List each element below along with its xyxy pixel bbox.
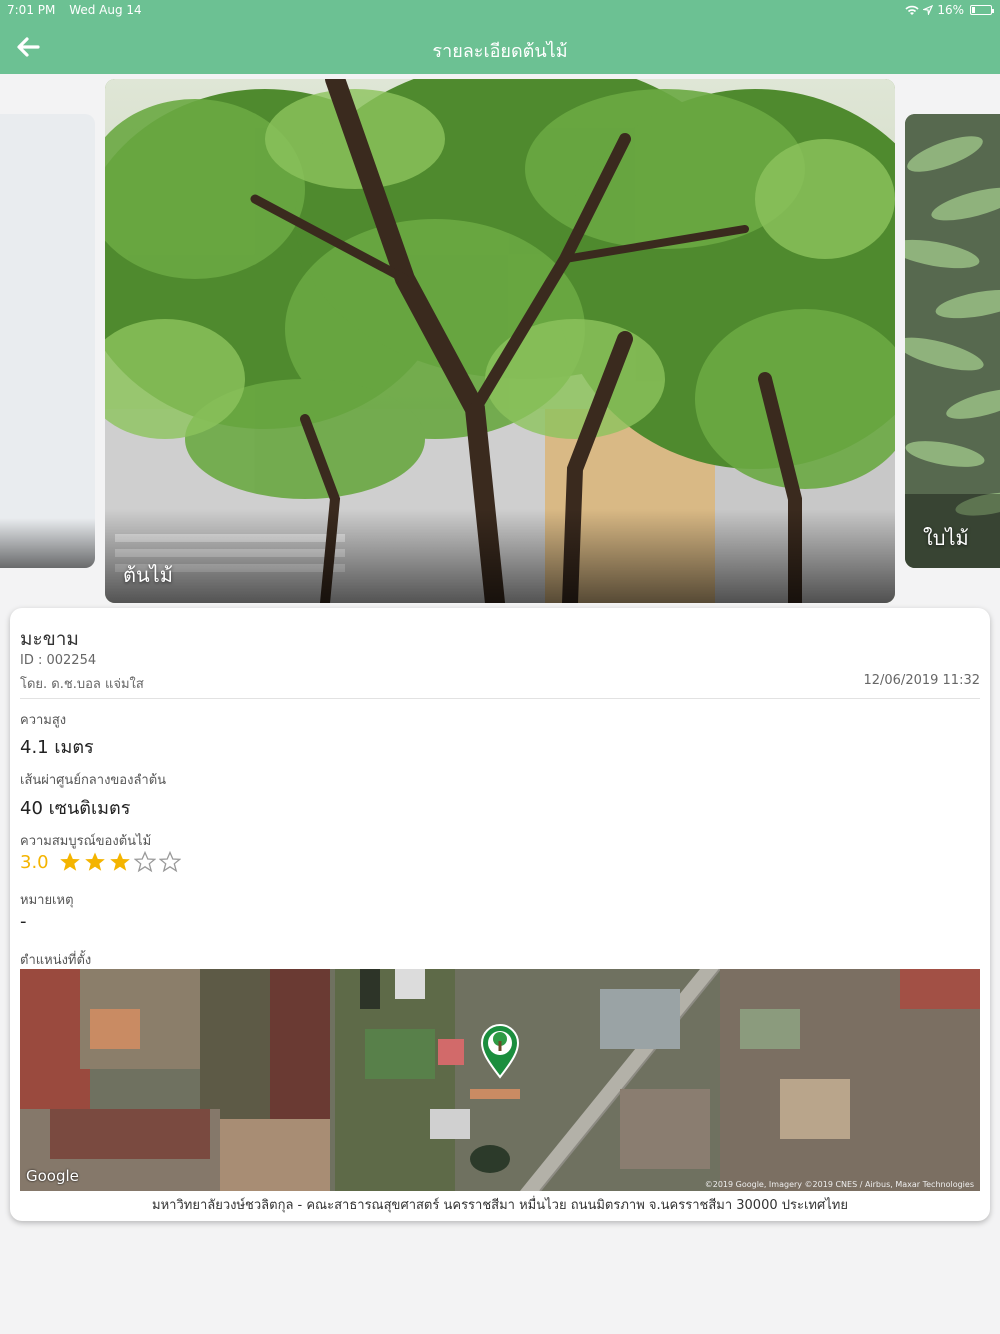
leaf-photo [905, 114, 1000, 568]
height-value: 4.1 เมตร [20, 737, 94, 758]
status-left: 7:01 PM Wed Aug 14 [7, 3, 152, 17]
slide-shade [0, 518, 95, 568]
note-label: หมายเหตุ [20, 893, 74, 908]
tree-id: ID : 002254 [20, 653, 97, 668]
map-address: มหาวิทยาลัยวงษ์ชวลิตกุล - คณะสาธารณสุขศา… [152, 1198, 848, 1213]
app-header: 7:01 PM Wed Aug 14 16% รายละเอียดต้นไม้ [0, 0, 1000, 74]
diameter-value: 40 เซนติเมตร [20, 798, 131, 819]
wifi-icon [905, 5, 919, 15]
star-empty-icon [133, 851, 156, 873]
status-bar: 7:01 PM Wed Aug 14 16% [0, 0, 1000, 20]
note-value: - [20, 911, 27, 932]
diameter-label: เส้นผ่าศูนย์กลางของลำต้น [20, 773, 167, 788]
page-title: รายละเอียดต้นไม้ [432, 41, 568, 62]
status-date: Wed Aug 14 [69, 3, 142, 17]
satellite-map [20, 969, 980, 1191]
slide-caption: ใบไม้ [923, 526, 969, 550]
health-label: ความสมบูรณ์ของต้นไม้ [20, 834, 152, 849]
tree-photo [105, 79, 895, 603]
carousel-slide-next[interactable]: ใบไม้ [905, 114, 1000, 568]
star-filled-icon [59, 852, 80, 871]
height-label: ความสูง [20, 713, 67, 728]
star-list [59, 851, 181, 873]
star-empty-icon [158, 851, 181, 873]
health-rating: 3.0 [20, 851, 181, 873]
slide-caption: ต้นไม้ [123, 563, 173, 587]
star-filled-icon [84, 852, 105, 871]
star-filled-icon [109, 852, 130, 871]
location-label: ตำแหน่งที่ตั้ง [20, 953, 92, 968]
divider [20, 698, 980, 699]
location-arrow-icon [923, 5, 934, 15]
location-map[interactable]: Google ©2019 Google, Imagery ©2019 CNES … [20, 969, 980, 1191]
carousel-slide-tree[interactable]: ต้นไม้ [105, 79, 895, 603]
battery-icon [970, 5, 994, 15]
status-time: 7:01 PM [7, 3, 56, 17]
google-logo: Google [26, 1167, 79, 1185]
tree-author: โดย. ด.ช.บอล แจ่มใส [20, 677, 144, 692]
tree-date: 12/06/2019 11:32 [863, 673, 980, 688]
carousel-slide-previous[interactable] [0, 114, 95, 568]
tree-detail-card: มะขาม ID : 002254 โดย. ด.ช.บอล แจ่มใส 12… [10, 608, 990, 1221]
status-right: 16% [905, 3, 994, 17]
battery-percent: 16% [937, 3, 964, 17]
tree-name: มะขาม [20, 628, 79, 650]
map-credit: ©2019 Google, Imagery ©2019 CNES / Airbu… [704, 1180, 974, 1189]
health-rating-value: 3.0 [20, 851, 49, 873]
